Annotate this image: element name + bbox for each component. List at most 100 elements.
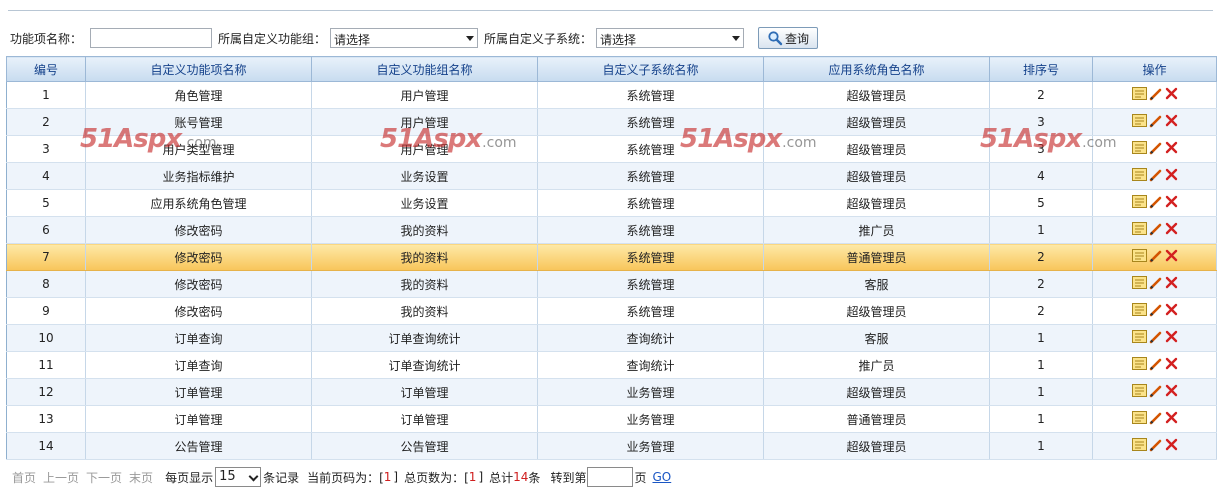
edit-icon[interactable] xyxy=(1149,411,1163,425)
view-icon[interactable] xyxy=(1131,114,1147,128)
table-row[interactable]: 6 修改密码 我的资料 系统管理 推广员 1 xyxy=(6,216,1217,244)
delete-icon[interactable] xyxy=(1165,141,1178,154)
edit-icon[interactable] xyxy=(1149,249,1163,263)
cell-role-name: 超级管理员 xyxy=(763,135,990,163)
cell-group-name: 我的资料 xyxy=(311,216,538,244)
page-size-select[interactable]: 15 xyxy=(215,467,262,487)
view-icon[interactable] xyxy=(1131,195,1147,209)
view-icon[interactable] xyxy=(1131,141,1147,155)
row-actions xyxy=(1131,114,1178,128)
delete-icon[interactable] xyxy=(1165,411,1178,424)
first-page-link[interactable]: 首页 xyxy=(12,469,36,486)
view-icon[interactable] xyxy=(1131,357,1147,371)
prev-page-link[interactable]: 上一页 xyxy=(43,469,79,486)
function-group-select[interactable]: 请选择 xyxy=(330,28,479,48)
cell-group-name: 订单查询统计 xyxy=(311,324,538,352)
column-header-sort-order[interactable]: 排序号 xyxy=(989,56,1093,82)
edit-icon[interactable] xyxy=(1149,114,1163,128)
table-row[interactable]: 5 应用系统角色管理 业务设置 系统管理 超级管理员 5 xyxy=(6,189,1217,217)
edit-icon[interactable] xyxy=(1149,168,1163,182)
view-icon[interactable] xyxy=(1131,330,1147,344)
delete-icon[interactable] xyxy=(1165,87,1178,100)
row-actions xyxy=(1131,276,1178,290)
column-header-id[interactable]: 编号 xyxy=(6,56,86,82)
edit-icon[interactable] xyxy=(1149,330,1163,344)
goto-page-input[interactable] xyxy=(587,467,634,487)
cell-role-name: 超级管理员 xyxy=(763,108,990,136)
cell-subsystem-name: 查询统计 xyxy=(537,324,764,352)
edit-icon[interactable] xyxy=(1149,222,1163,236)
column-header-group-name[interactable]: 自定义功能组名称 xyxy=(311,56,538,82)
view-icon[interactable] xyxy=(1131,411,1147,425)
edit-icon[interactable] xyxy=(1149,357,1163,371)
view-icon[interactable] xyxy=(1131,303,1147,317)
delete-icon[interactable] xyxy=(1165,195,1178,208)
function-name-label: 功能项名称： xyxy=(10,31,83,46)
view-icon[interactable] xyxy=(1131,438,1147,452)
cell-actions xyxy=(1092,351,1217,379)
cell-actions xyxy=(1092,378,1217,406)
edit-icon[interactable] xyxy=(1149,303,1163,317)
delete-icon[interactable] xyxy=(1165,357,1178,370)
delete-icon[interactable] xyxy=(1165,330,1178,343)
table-row[interactable]: 3 用户类型管理 用户管理 系统管理 超级管理员 3 xyxy=(6,135,1217,163)
cell-role-name: 客服 xyxy=(763,324,990,352)
table-row[interactable]: 7 修改密码 我的资料 系统管理 普通管理员 2 xyxy=(6,243,1217,271)
cell-sort-order: 1 xyxy=(989,378,1093,406)
table-row[interactable]: 9 修改密码 我的资料 系统管理 超级管理员 2 xyxy=(6,297,1217,325)
page-size-value: 15 xyxy=(219,469,236,484)
table-row[interactable]: 4 业务指标维护 业务设置 系统管理 超级管理员 4 xyxy=(6,162,1217,190)
table-row[interactable]: 2 账号管理 用户管理 系统管理 超级管理员 3 xyxy=(6,108,1217,136)
table-row[interactable]: 8 修改密码 我的资料 系统管理 客服 2 xyxy=(6,270,1217,298)
cell-id: 13 xyxy=(6,405,86,433)
view-icon[interactable] xyxy=(1131,168,1147,182)
subsystem-label: 所属自定义子系统： xyxy=(484,31,593,46)
edit-icon[interactable] xyxy=(1149,87,1163,101)
cell-role-name: 超级管理员 xyxy=(763,81,990,109)
view-icon[interactable] xyxy=(1131,276,1147,290)
last-page-link[interactable]: 末页 xyxy=(129,469,153,486)
row-actions xyxy=(1131,168,1178,182)
edit-icon[interactable] xyxy=(1149,195,1163,209)
cell-function-name: 公告管理 xyxy=(85,432,312,460)
cell-group-name: 我的资料 xyxy=(311,270,538,298)
cell-function-name: 修改密码 xyxy=(85,270,312,298)
row-actions xyxy=(1131,87,1178,101)
delete-icon[interactable] xyxy=(1165,168,1178,181)
edit-icon[interactable] xyxy=(1149,276,1163,290)
goto-page-label: 转到第 xyxy=(550,470,587,485)
edit-icon[interactable] xyxy=(1149,384,1163,398)
view-icon[interactable] xyxy=(1131,222,1147,236)
edit-icon[interactable] xyxy=(1149,438,1163,452)
column-header-subsystem-name[interactable]: 自定义子系统名称 xyxy=(537,56,764,82)
cell-sort-order: 2 xyxy=(989,81,1093,109)
delete-icon[interactable] xyxy=(1165,303,1178,316)
edit-icon[interactable] xyxy=(1149,141,1163,155)
table-row[interactable]: 10 订单查询 订单查询统计 查询统计 客服 1 xyxy=(6,324,1217,352)
go-button[interactable]: GO xyxy=(652,470,671,484)
table-row[interactable]: 11 订单查询 订单查询统计 查询统计 推广员 1 xyxy=(6,351,1217,379)
cell-subsystem-name: 系统管理 xyxy=(537,162,764,190)
delete-icon[interactable] xyxy=(1165,384,1178,397)
delete-icon[interactable] xyxy=(1165,222,1178,235)
delete-icon[interactable] xyxy=(1165,276,1178,289)
next-page-link[interactable]: 下一页 xyxy=(86,469,122,486)
delete-icon[interactable] xyxy=(1165,114,1178,127)
function-name-input[interactable] xyxy=(90,28,213,48)
cell-function-name: 修改密码 xyxy=(85,297,312,325)
delete-icon[interactable] xyxy=(1165,438,1178,451)
view-icon[interactable] xyxy=(1131,249,1147,263)
cell-role-name: 推广员 xyxy=(763,351,990,379)
table-row[interactable]: 13 订单管理 订单管理 业务管理 普通管理员 1 xyxy=(6,405,1217,433)
query-button[interactable]: 查询 xyxy=(758,27,819,49)
view-icon[interactable] xyxy=(1131,87,1147,101)
table-row[interactable]: 14 公告管理 公告管理 业务管理 超级管理员 1 xyxy=(6,432,1217,460)
column-header-role-name[interactable]: 应用系统角色名称 xyxy=(763,56,990,82)
view-icon[interactable] xyxy=(1131,384,1147,398)
column-header-function-name[interactable]: 自定义功能项名称 xyxy=(85,56,312,82)
table-row[interactable]: 1 角色管理 用户管理 系统管理 超级管理员 2 xyxy=(6,81,1217,109)
delete-icon[interactable] xyxy=(1165,249,1178,262)
table-row[interactable]: 12 订单管理 订单管理 业务管理 超级管理员 1 xyxy=(6,378,1217,406)
subsystem-select[interactable]: 请选择 xyxy=(596,28,745,48)
total-pages-value: 1 xyxy=(468,470,477,484)
